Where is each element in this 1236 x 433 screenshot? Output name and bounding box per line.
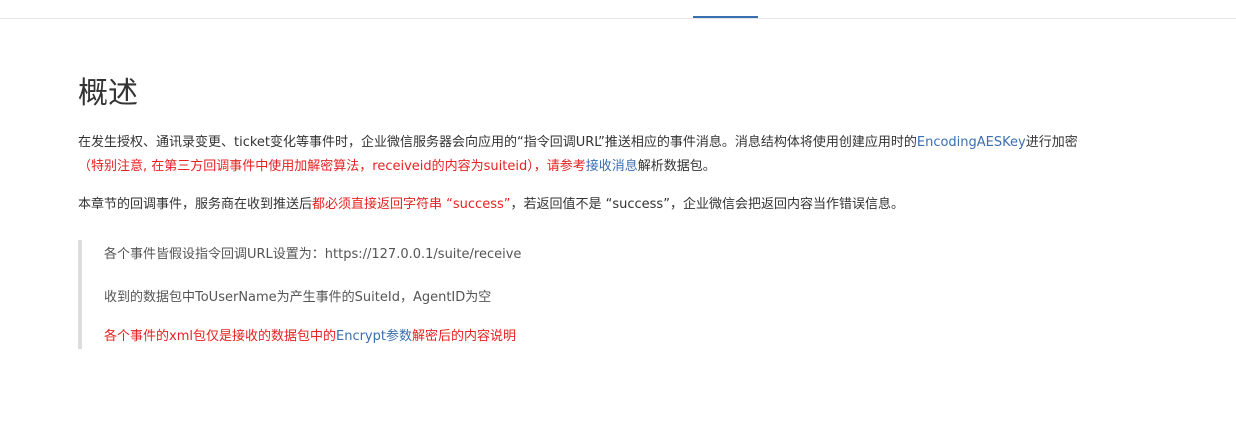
intro-text-b: 进行加密 [1025, 135, 1078, 150]
note-line3-text-b: 解密后的内容说明 [411, 329, 516, 344]
callback-paragraph: 本章节的回调事件，服务商在收到推送后都必须直接返回字符串 “success”，若… [78, 193, 1178, 217]
note-line-encrypt: 各个事件的xml包仅是接收的数据包中的Encrypt参数解密后的内容说明 [104, 327, 516, 347]
callback-text-b: ，若返回值不是 “success”，企业微信会把返回内容当作错误信息。 [510, 197, 904, 212]
note-line3-text-a: 各个事件的xml包仅是接收的数据包中的 [104, 329, 336, 344]
callback-red-text: 都必须直接返回字符串 “success” [312, 197, 511, 212]
active-tab-indicator [693, 16, 758, 18]
encrypt-param-link[interactable]: Encrypt参数 [336, 329, 412, 344]
callback-text-a: 本章节的回调事件，服务商在收到推送后 [78, 197, 313, 212]
note-blockquote: 各个事件皆假设指令回调URL设置为：https://127.0.0.1/suit… [78, 240, 1082, 349]
receive-message-link[interactable]: 接收消息 [586, 159, 638, 174]
page-title: 概述 [78, 76, 138, 111]
top-nav-bar [0, 0, 1236, 19]
special-note: 特别注意, 在第三方回调事件中使用加解密算法，receiveid的内容为suit… [91, 159, 528, 174]
encoding-aes-key-link[interactable]: EncodingAESKey [917, 135, 1026, 150]
intro-text-c: 解析数据包。 [637, 159, 716, 174]
main-content: 概述 在发生授权、通讯录变更、ticket变化等事件时，企业微信服务器会向应用的… [78, 70, 1178, 217]
note-line-touser: 收到的数据包中ToUserName为产生事件的SuiteId，AgentID为空 [104, 290, 492, 305]
paren-open: （ [78, 159, 92, 174]
intro-paragraph: 在发生授权、通讯录变更、ticket变化等事件时，企业微信服务器会向应用的“指令… [78, 131, 1178, 179]
note-line-callback-url: 各个事件皆假设指令回调URL设置为：https://127.0.0.1/suit… [104, 247, 522, 262]
paren-close: ），请参考 [527, 159, 586, 174]
intro-text-a: 在发生授权、通讯录变更、ticket变化等事件时，企业微信服务器会向应用的“指令… [78, 135, 917, 150]
